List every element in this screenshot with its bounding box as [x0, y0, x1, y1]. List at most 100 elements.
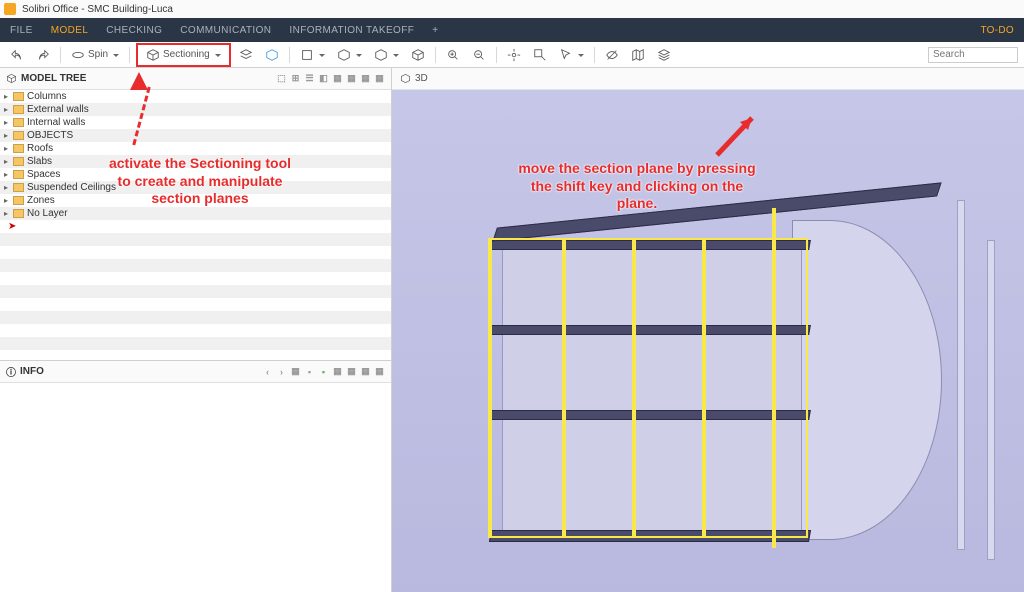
title-bar: Solibri Office - SMC Building-Luca	[0, 0, 1024, 18]
pointer-dropdown[interactable]	[555, 46, 588, 64]
annotation-arrow-right	[712, 110, 762, 160]
section-cut-edge	[772, 208, 776, 548]
app-logo	[4, 3, 16, 15]
main-area: MODEL TREE ⬚ ⊞ ☰ ◧ ▦ ▦ ▦ ▦ ▸Columns ▸Ext…	[0, 68, 1024, 592]
section-cut-edge	[562, 240, 566, 536]
view-3d-icon	[400, 73, 411, 84]
folder-icon	[13, 118, 24, 127]
tree-item-roofs[interactable]: ▸Roofs	[0, 142, 391, 155]
tree-item-slabs[interactable]: ▸Slabs	[0, 155, 391, 168]
info-tool-5[interactable]: ▪	[318, 366, 329, 377]
model-tree-toolbar: ⬚ ⊞ ☰ ◧ ▦ ▦ ▦ ▦	[276, 73, 385, 84]
view-3d-title: 3D	[415, 73, 428, 84]
folder-icon	[13, 183, 24, 192]
section-cut-edge	[488, 238, 492, 538]
info-header: ⓘ INFO ‹ › ▦ ▪ ▪ ▦ ▦ ▦ ▦	[0, 361, 391, 383]
tree-tool-8[interactable]: ▦	[374, 73, 385, 84]
info-tool-3[interactable]: ▦	[290, 366, 301, 377]
folder-icon	[13, 105, 24, 114]
model-tree-icon	[6, 73, 17, 84]
tree-item-no-layer[interactable]: ▸No Layer	[0, 207, 391, 220]
folder-icon	[13, 196, 24, 205]
window-title: Solibri Office - SMC Building-Luca	[22, 4, 173, 15]
left-column: MODEL TREE ⬚ ⊞ ☰ ◧ ▦ ▦ ▦ ▦ ▸Columns ▸Ext…	[0, 68, 392, 592]
info-tool-4[interactable]: ▪	[304, 366, 315, 377]
tree-item-suspended-ceilings[interactable]: ▸Suspended Ceilings	[0, 181, 391, 194]
info-tool-6[interactable]: ▦	[332, 366, 343, 377]
folder-icon	[13, 209, 24, 218]
menu-model[interactable]: MODEL	[51, 25, 89, 36]
hide-icon[interactable]	[601, 46, 623, 64]
tree-item-spaces[interactable]: ▸Spaces	[0, 168, 391, 181]
map-icon[interactable]	[627, 46, 649, 64]
tree-tool-1[interactable]: ⬚	[276, 73, 287, 84]
tree-tool-5[interactable]: ▦	[332, 73, 343, 84]
tree-cursor-row: ➤	[0, 220, 391, 233]
model-tree[interactable]: ▸Columns ▸External walls ▸Internal walls…	[0, 90, 391, 360]
menu-checking[interactable]: CHECKING	[106, 25, 162, 36]
building-column	[987, 240, 995, 560]
folder-icon	[13, 157, 24, 166]
building-curved-facade	[792, 220, 942, 540]
toolbar: Spin Sectioning	[0, 42, 1024, 68]
zoom-out-icon[interactable]	[468, 46, 490, 64]
section-cut-outline	[488, 238, 808, 538]
tree-tool-2[interactable]: ⊞	[290, 73, 301, 84]
tree-item-zones[interactable]: ▸Zones	[0, 194, 391, 207]
info-tool-8[interactable]: ▦	[360, 366, 371, 377]
section-cut-edge	[702, 240, 706, 536]
sectioning-label: Sectioning	[163, 49, 210, 60]
sectioning-tool-highlight: Sectioning	[136, 43, 231, 67]
tree-item-columns[interactable]: ▸Columns	[0, 90, 391, 103]
isolate-icon[interactable]	[235, 46, 257, 64]
cursor-icon: ➤	[4, 221, 16, 232]
folder-icon	[13, 92, 24, 101]
viewport-3d[interactable]: move the section plane by pressingthe sh…	[392, 90, 1024, 592]
spin-dropdown[interactable]: Spin	[67, 46, 123, 64]
view-cube-3[interactable]	[370, 46, 403, 64]
folder-icon	[13, 131, 24, 140]
spin-label: Spin	[88, 49, 108, 60]
tree-tool-4[interactable]: ◧	[318, 73, 329, 84]
menu-file[interactable]: FILE	[10, 25, 33, 36]
tree-tool-3[interactable]: ☰	[304, 73, 315, 84]
info-title: INFO	[20, 366, 44, 377]
sectioning-dropdown[interactable]: Sectioning	[142, 46, 225, 64]
menu-add-tab[interactable]: +	[432, 25, 438, 36]
view-cube-2[interactable]	[333, 46, 366, 64]
menu-information-takeoff[interactable]: INFORMATION TAKEOFF	[289, 25, 414, 36]
redo-button[interactable]	[32, 46, 54, 64]
layers-icon[interactable]	[653, 46, 675, 64]
menu-bar: FILE MODEL CHECKING COMMUNICATION INFORM…	[0, 18, 1024, 42]
undo-button[interactable]	[6, 46, 28, 64]
info-tool-next[interactable]: ›	[276, 366, 287, 377]
model-tree-header: MODEL TREE ⬚ ⊞ ☰ ◧ ▦ ▦ ▦ ▦	[0, 68, 391, 90]
zoom-window-icon[interactable]	[529, 46, 551, 64]
menu-todo[interactable]: TO-DO	[980, 25, 1014, 36]
view-3d-header: 3D	[392, 68, 1024, 90]
view-3d-panel: 3D	[392, 68, 1024, 592]
info-tool-9[interactable]: ▦	[374, 366, 385, 377]
info-body	[0, 383, 391, 592]
info-tool-7[interactable]: ▦	[346, 366, 357, 377]
wireframe-icon[interactable]	[407, 46, 429, 64]
tree-item-objects[interactable]: ▸OBJECTS	[0, 129, 391, 142]
focus-icon[interactable]	[503, 46, 525, 64]
section-cut-edge	[632, 240, 636, 536]
building-column	[957, 200, 965, 550]
annotation-arrowhead-left	[126, 70, 152, 96]
tree-tool-6[interactable]: ▦	[346, 73, 357, 84]
tree-item-external-walls[interactable]: ▸External walls	[0, 103, 391, 116]
folder-icon	[13, 170, 24, 179]
folder-icon	[13, 144, 24, 153]
menu-communication[interactable]: COMMUNICATION	[180, 25, 271, 36]
info-tool-prev[interactable]: ‹	[262, 366, 273, 377]
search-input[interactable]	[928, 47, 1018, 63]
zoom-in-icon[interactable]	[442, 46, 464, 64]
info-panel: ⓘ INFO ‹ › ▦ ▪ ▪ ▦ ▦ ▦ ▦	[0, 360, 391, 592]
cube-colored-icon[interactable]	[261, 46, 283, 64]
model-tree-title: MODEL TREE	[21, 73, 86, 84]
view-cube-1[interactable]	[296, 46, 329, 64]
tree-item-internal-walls[interactable]: ▸Internal walls	[0, 116, 391, 129]
tree-tool-7[interactable]: ▦	[360, 73, 371, 84]
